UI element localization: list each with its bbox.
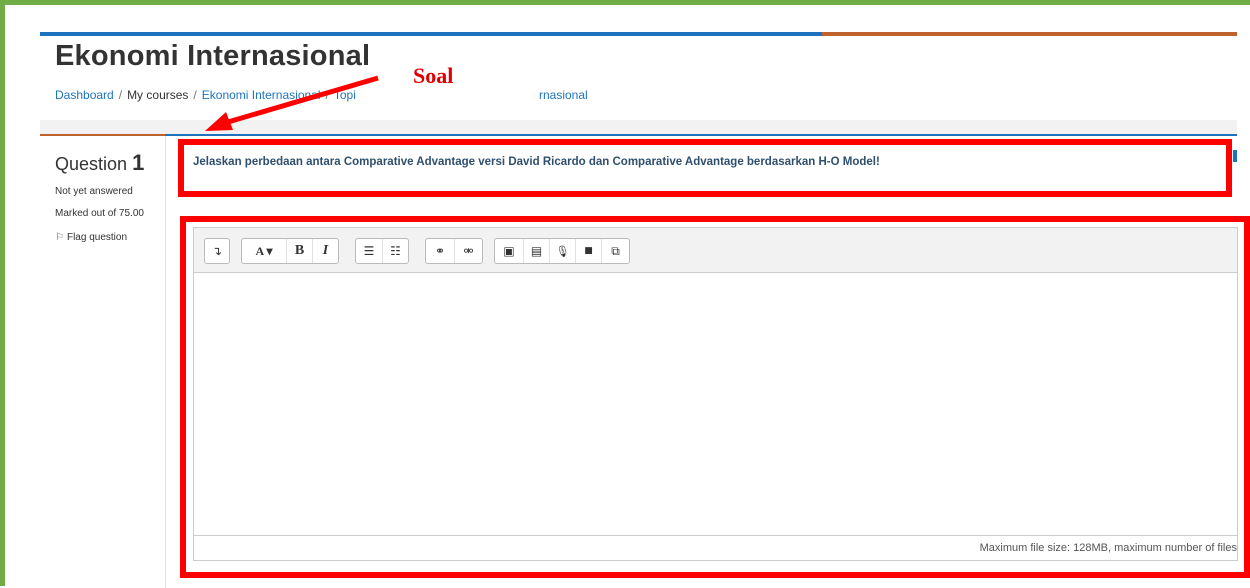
question-state: Not yet answered	[55, 186, 133, 197]
annotation-box-editor	[180, 216, 1250, 578]
question-info-panel: Question 1 Not yet answered Marked out o…	[40, 134, 166, 588]
breadcrumb-my-courses: My courses	[127, 88, 189, 102]
breadcrumb-topic[interactable]: Topi	[334, 88, 356, 102]
breadcrumb-separator: /	[193, 88, 197, 102]
question-grade: Marked out of 75.00	[55, 208, 144, 219]
annotation-label: Soal	[413, 63, 454, 88]
flag-question-label: Flag question	[66, 232, 128, 243]
breadcrumb-separator: /	[325, 88, 329, 102]
flag-question-link[interactable]: ⚐ Flag question	[55, 232, 127, 243]
page-region-band	[40, 120, 1237, 134]
edge-marker	[1233, 150, 1237, 162]
breadcrumb-separator: /	[118, 88, 123, 102]
question-label: Question	[55, 154, 128, 174]
frame-left-border	[0, 0, 5, 586]
flag-icon: ⚐	[55, 232, 64, 243]
breadcrumb-course[interactable]: Ekonomi Internasional	[202, 88, 321, 102]
question-number: Question 1	[55, 150, 144, 176]
annotation-box-question	[178, 139, 1232, 197]
breadcrumb-quiz[interactable]: rnasional	[539, 88, 588, 102]
page-title: Ekonomi Internasional	[55, 40, 371, 72]
question-content-topline	[165, 134, 1237, 136]
question-number-value: 1	[132, 150, 145, 175]
frame-top-border	[0, 0, 1250, 5]
breadcrumb: Dashboard / My courses / Ekonomi Internasion…	[55, 88, 356, 102]
breadcrumb-dashboard[interactable]: Dashboard	[55, 88, 114, 102]
